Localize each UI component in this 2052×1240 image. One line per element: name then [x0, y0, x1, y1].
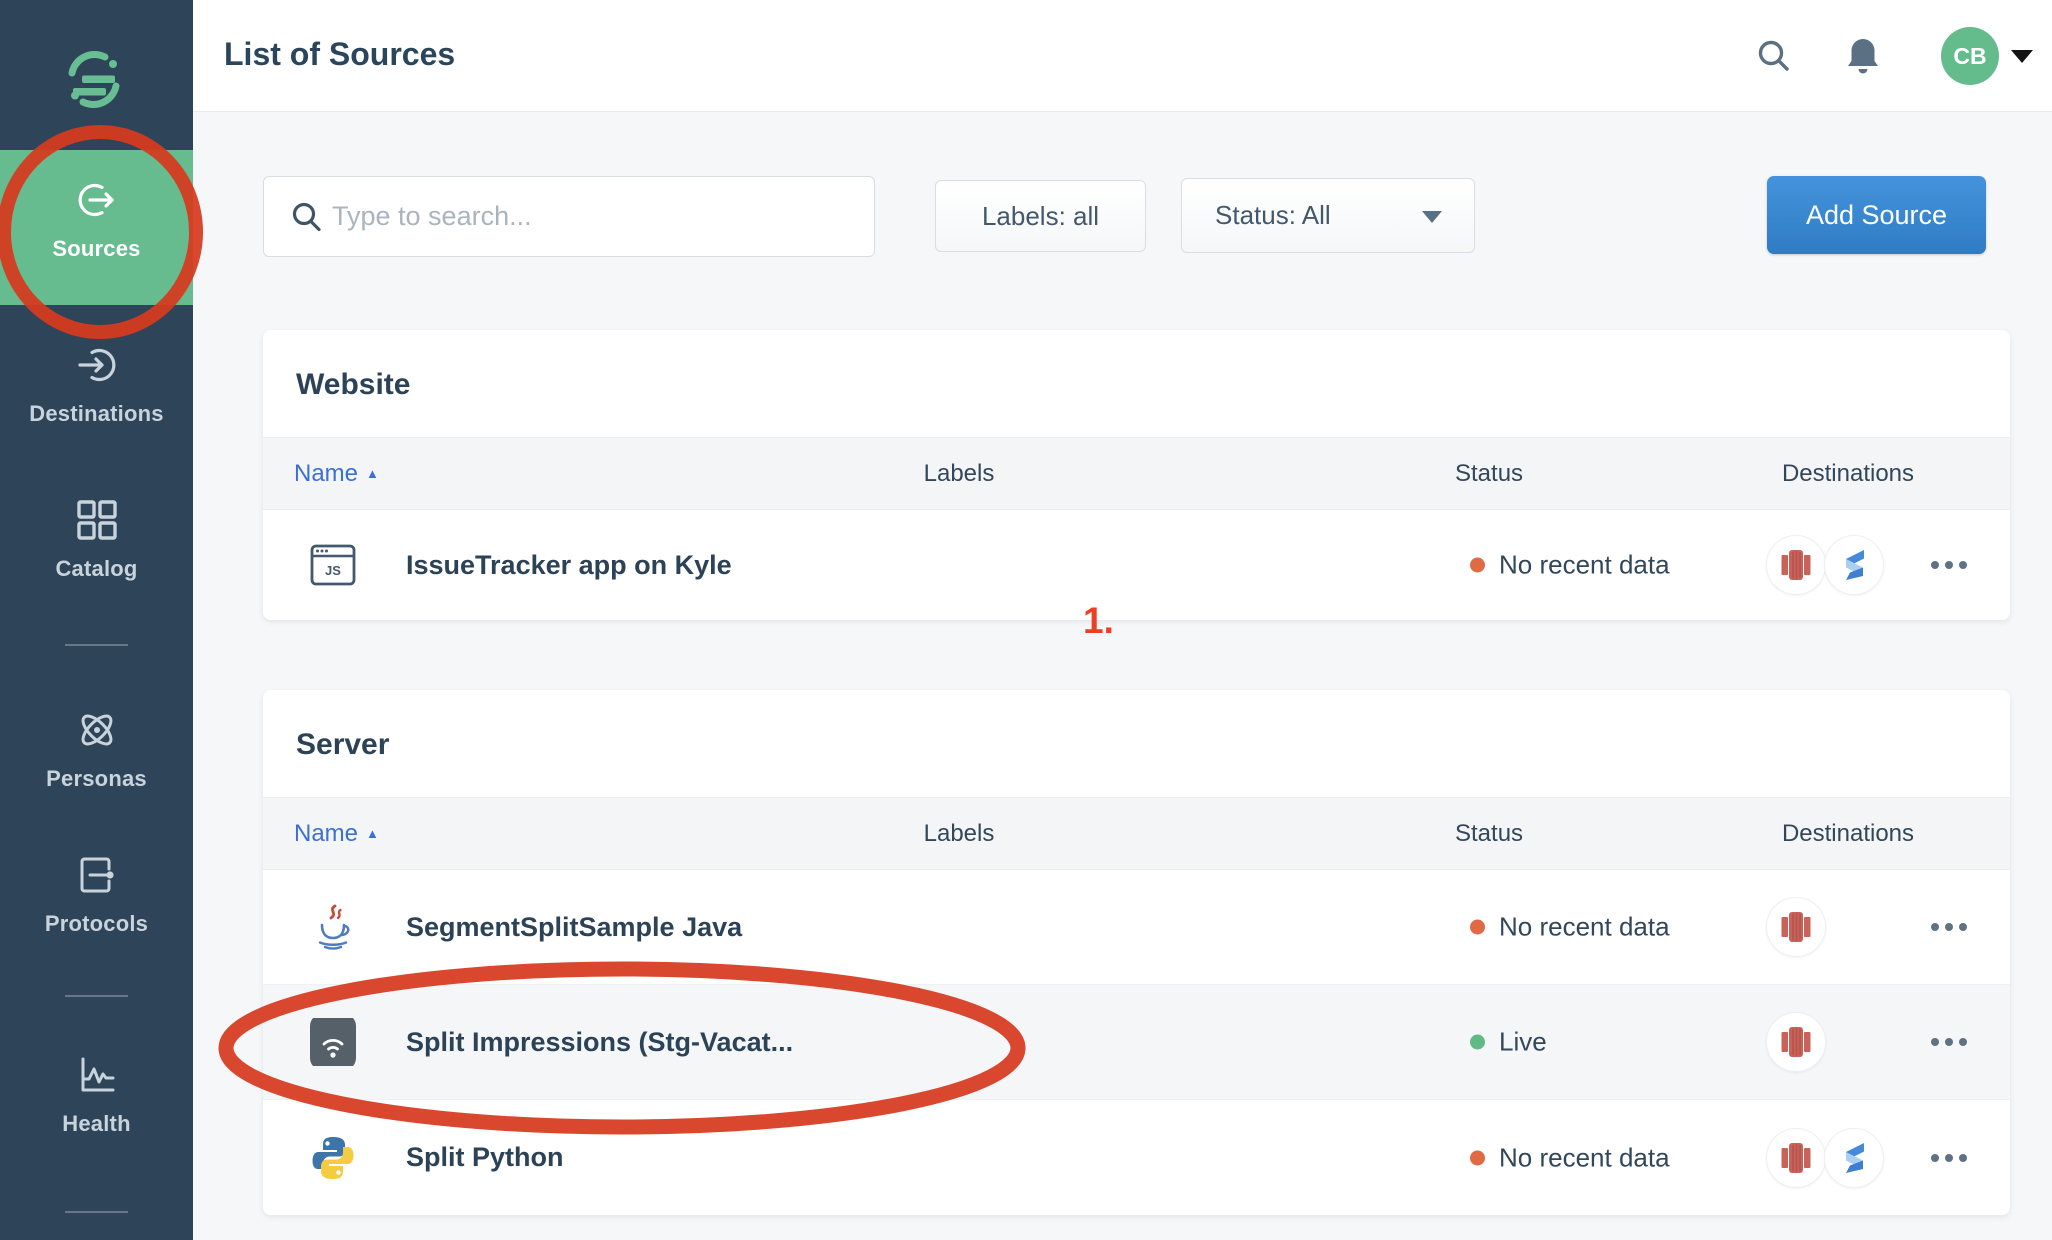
sidebar-item-label: Sources	[0, 236, 193, 262]
sidebar-item-protocols[interactable]: Protocols	[0, 853, 193, 937]
status-dot	[1470, 920, 1485, 935]
column-header-destinations: Destinations	[1763, 460, 1933, 488]
source-name: IssueTracker app on Kyle	[406, 550, 732, 581]
column-header-status: Status	[1455, 820, 1523, 848]
sort-ascending-icon: ▲	[366, 826, 379, 841]
chevron-down-icon[interactable]	[2011, 50, 2033, 63]
page-title: List of Sources	[224, 36, 455, 73]
sidebar-item-label: Health	[0, 1111, 193, 1137]
row-overflow-menu[interactable]	[1927, 1144, 1971, 1172]
sidebar-divider	[65, 1211, 128, 1213]
split-destination-icon[interactable]	[1824, 535, 1884, 595]
source-row[interactable]: Split Python No recent data	[263, 1100, 2010, 1215]
status-cell: No recent data	[1470, 1142, 1670, 1173]
destinations-cell	[1766, 1128, 1884, 1188]
sidebar-divider	[65, 995, 128, 997]
search-icon[interactable]	[1755, 38, 1793, 76]
status-dot	[1470, 558, 1485, 573]
status-text: Live	[1499, 1027, 1547, 1058]
redshift-destination-icon[interactable]	[1766, 897, 1826, 957]
avatar-initials: CB	[1953, 43, 1986, 70]
sources-icon	[75, 178, 119, 222]
row-overflow-menu[interactable]	[1927, 551, 1971, 579]
status-dot	[1470, 1150, 1485, 1165]
labels-filter-label: Labels: all	[982, 201, 1099, 232]
section-title: Website	[296, 368, 410, 402]
status-cell: No recent data	[1470, 550, 1670, 581]
search-box	[263, 176, 875, 257]
sidebar-item-sources[interactable]: Sources	[0, 150, 193, 305]
source-name: Split Impressions (Stg-Vacat...	[406, 1027, 793, 1058]
column-header-status: Status	[1455, 460, 1523, 488]
source-row[interactable]: JS IssueTracker app on Kyle No recent da…	[263, 510, 2010, 620]
destinations-cell	[1766, 897, 1826, 957]
destinations-cell	[1766, 1012, 1826, 1072]
source-name: Split Python	[406, 1142, 564, 1173]
dropdown-caret-icon	[1422, 211, 1442, 223]
svg-text:JS: JS	[325, 563, 341, 578]
labels-filter-button[interactable]: Labels: all	[935, 180, 1146, 252]
status-text: No recent data	[1499, 912, 1670, 943]
search-icon	[290, 201, 324, 235]
column-header-labels: Labels	[879, 460, 1039, 488]
protocols-icon	[75, 853, 119, 897]
sidebar-item-destinations[interactable]: Destinations	[0, 343, 193, 427]
table-header: Name▲ Labels Status Destinations	[263, 797, 2010, 870]
status-dot	[1470, 1035, 1485, 1050]
sidebar-item-label: Protocols	[0, 911, 193, 937]
section-title: Server	[296, 728, 389, 762]
row-overflow-menu[interactable]	[1927, 913, 1971, 941]
destinations-cell	[1766, 535, 1884, 595]
sidebar-item-label: Personas	[0, 766, 193, 792]
status-text: No recent data	[1499, 1142, 1670, 1173]
javascript-source-icon: JS	[309, 541, 357, 589]
redshift-destination-icon[interactable]	[1766, 1012, 1826, 1072]
sidebar-item-personas[interactable]: Personas	[0, 708, 193, 792]
sidebar-item-label: Destinations	[0, 401, 193, 427]
table-header: Name▲ Labels Status Destinations	[263, 437, 2010, 510]
java-source-icon	[309, 903, 357, 951]
add-source-button[interactable]: Add Source	[1767, 176, 1986, 254]
segment-logo[interactable]	[62, 48, 126, 112]
website-section-card: Website Name▲ Labels Status Destinations…	[263, 330, 2010, 620]
sidebar-divider	[65, 644, 128, 646]
source-name: SegmentSplitSample Java	[406, 912, 742, 943]
status-filter-label: Status: All	[1215, 200, 1331, 231]
health-icon	[75, 1053, 119, 1097]
status-text: No recent data	[1499, 550, 1670, 581]
destinations-icon	[75, 343, 119, 387]
source-row-split-impressions[interactable]: Split Impressions (Stg-Vacat... Live	[263, 985, 2010, 1100]
column-header-name[interactable]: Name▲	[294, 820, 379, 848]
http-api-source-icon	[309, 1018, 357, 1066]
sidebar-item-health[interactable]: Health	[0, 1053, 193, 1137]
catalog-icon	[75, 498, 119, 542]
server-section-card: Server Name▲ Labels Status Destinations …	[263, 690, 2010, 1215]
bell-icon[interactable]	[1843, 36, 1883, 78]
avatar[interactable]: CB	[1941, 27, 1999, 85]
row-overflow-menu[interactable]	[1927, 1028, 1971, 1056]
status-filter-dropdown[interactable]: Status: All	[1181, 178, 1475, 253]
search-input[interactable]	[332, 177, 862, 256]
status-cell: No recent data	[1470, 912, 1670, 943]
topbar: List of Sources CB	[193, 0, 2052, 112]
column-header-name[interactable]: Name▲	[294, 460, 379, 488]
status-cell: Live	[1470, 1027, 1547, 1058]
sidebar-item-label: Catalog	[0, 556, 193, 582]
split-destination-icon[interactable]	[1824, 1128, 1884, 1188]
personas-icon	[75, 708, 119, 752]
redshift-destination-icon[interactable]	[1766, 535, 1826, 595]
source-row[interactable]: SegmentSplitSample Java No recent data	[263, 870, 2010, 985]
sidebar: Sources Destinations Catalog Personas	[0, 0, 193, 1240]
python-source-icon	[309, 1134, 357, 1182]
column-header-labels: Labels	[879, 820, 1039, 848]
column-header-destinations: Destinations	[1763, 820, 1933, 848]
sort-ascending-icon: ▲	[366, 466, 379, 481]
sidebar-item-catalog[interactable]: Catalog	[0, 498, 193, 582]
redshift-destination-icon[interactable]	[1766, 1128, 1826, 1188]
